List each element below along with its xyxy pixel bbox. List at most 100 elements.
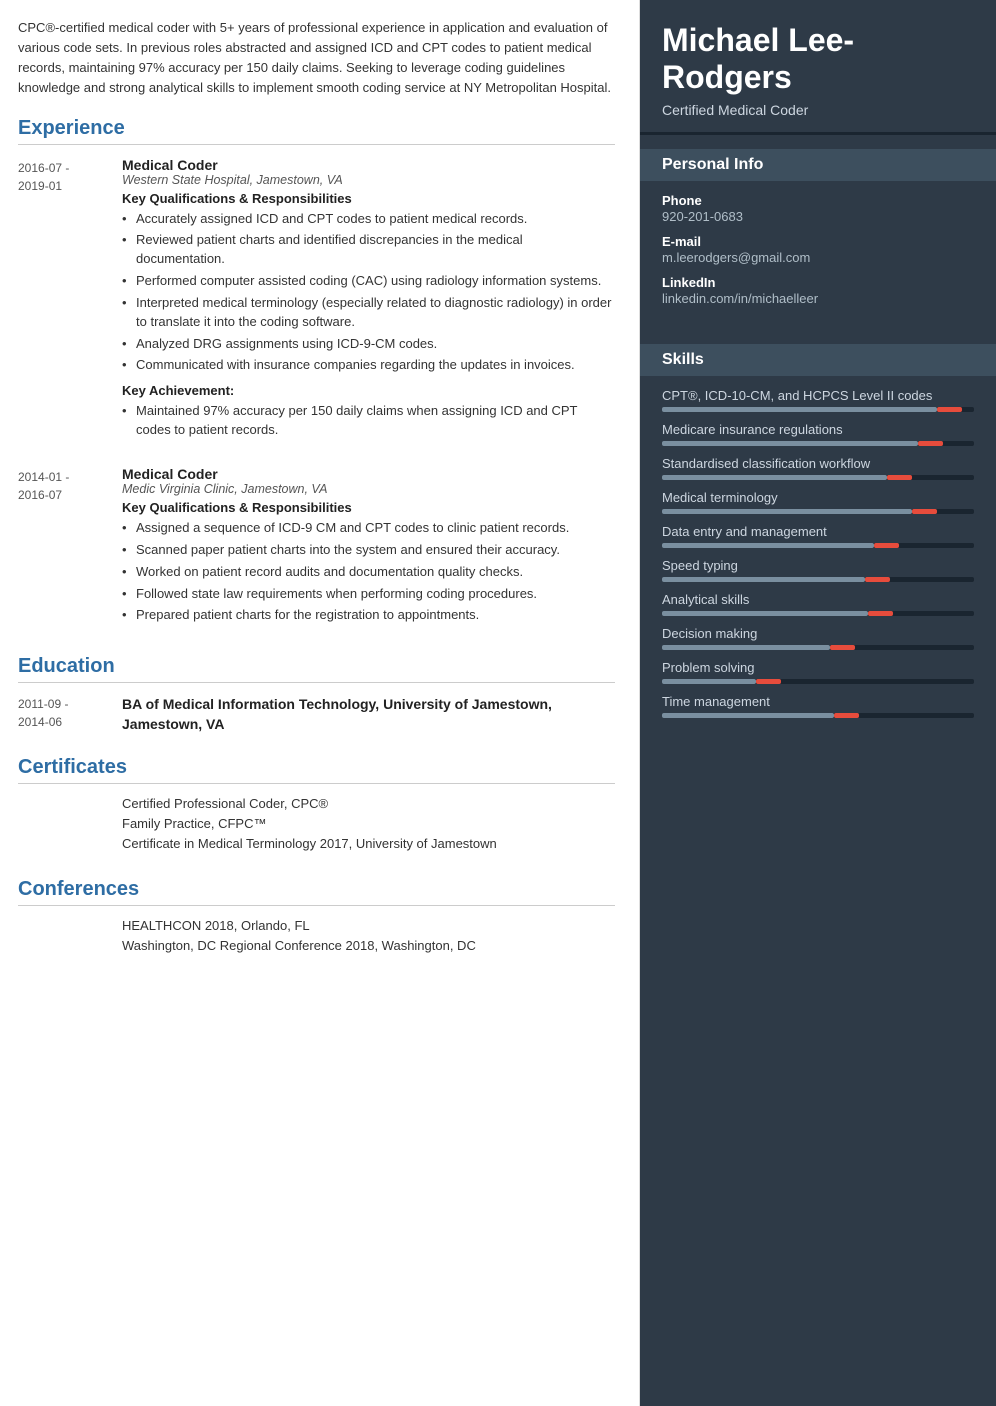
skill-item-4: Data entry and management: [662, 524, 974, 548]
skill-bar-fill: [662, 475, 887, 480]
bullet-item: Analyzed DRG assignments using ICD-9-CM …: [122, 335, 615, 354]
qual-bullets: Assigned a sequence of ICD-9 CM and CPT …: [122, 519, 615, 625]
achievement-bullet: Maintained 97% accuracy per 150 daily cl…: [122, 402, 615, 440]
skill-bar-bg: [662, 441, 974, 446]
right-header: Michael Lee-Rodgers Certified Medical Co…: [640, 0, 996, 135]
conferences-title: Conferences: [18, 878, 615, 906]
edu-block-0: 2011-09 -2014-06 BA of Medical Informati…: [18, 695, 615, 734]
skill-name: Standardised classification workflow: [662, 456, 974, 471]
skill-bar-bg: [662, 611, 974, 616]
skill-name: Problem solving: [662, 660, 974, 675]
skill-name: Analytical skills: [662, 592, 974, 607]
skill-bar-fill: [662, 543, 874, 548]
bullet-item: Performed computer assisted coding (CAC)…: [122, 272, 615, 291]
skills-title: Skills: [640, 344, 996, 376]
skill-bar-bg: [662, 543, 974, 548]
qual-title: Key Qualifications & Responsibilities: [122, 500, 615, 515]
skill-bar-fill: [662, 407, 937, 412]
skill-item-1: Medicare insurance regulations: [662, 422, 974, 446]
skill-name: Speed typing: [662, 558, 974, 573]
cert-spacer: [18, 796, 106, 856]
email-value: m.leerodgers@gmail.com: [662, 250, 974, 265]
phone-value: 920-201-0683: [662, 209, 974, 224]
conf-block: HEALTHCON 2018, Orlando, FL Washington, D…: [18, 918, 615, 958]
skill-bar-bg: [662, 407, 974, 412]
job-block-0: 2016-07 -2019-01 Medical Coder Western S…: [18, 157, 615, 448]
conf-list: HEALTHCON 2018, Orlando, FL Washington, D…: [122, 918, 615, 958]
skill-bar-accent: [868, 611, 893, 616]
job-dates: 2014-01 -2016-07: [18, 466, 106, 504]
job-content: Medical Coder Western State Hospital, Ja…: [122, 157, 615, 448]
job-title: Medical Coder: [122, 157, 615, 173]
skill-name: Medicare insurance regulations: [662, 422, 974, 437]
skill-bar-accent: [756, 679, 781, 684]
linkedin-label: LinkedIn: [662, 275, 974, 290]
bullet-item: Prepared patient charts for the registra…: [122, 606, 615, 625]
page: CPC®-certified medical coder with 5+ yea…: [0, 0, 996, 1406]
candidate-name: Michael Lee-Rodgers: [662, 22, 974, 96]
skill-bar-bg: [662, 713, 974, 718]
bullet-item: Assigned a sequence of ICD-9 CM and CPT …: [122, 519, 615, 538]
bullet-item: Worked on patient record audits and docu…: [122, 563, 615, 582]
bullet-item: Interpreted medical terminology (especia…: [122, 294, 615, 332]
skill-bar-accent: [887, 475, 912, 480]
bullet-item: Scanned paper patient charts into the sy…: [122, 541, 615, 560]
candidate-title: Certified Medical Coder: [662, 102, 974, 118]
job-dates: 2016-07 -2019-01: [18, 157, 106, 195]
bullet-item: Reviewed patient charts and identified d…: [122, 231, 615, 269]
skill-item-0: CPT®, ICD-10-CM, and HCPCS Level II code…: [662, 388, 974, 412]
job-company: Western State Hospital, Jamestown, VA: [122, 173, 615, 187]
skill-name: Medical terminology: [662, 490, 974, 505]
edu-degree: BA of Medical Information Technology, Un…: [122, 695, 615, 734]
education-title: Education: [18, 655, 615, 683]
job-content: Medical Coder Medic Virginia Clinic, Jam…: [122, 466, 615, 633]
experience-title: Experience: [18, 117, 615, 145]
skill-name: Decision making: [662, 626, 974, 641]
job-company: Medic Virginia Clinic, Jamestown, VA: [122, 482, 615, 496]
job-header: 2014-01 -2016-07 Medical Coder Medic Vir…: [18, 466, 615, 633]
edu-dates: 2011-09 -2014-06: [18, 695, 106, 734]
skill-bar-accent: [830, 645, 855, 650]
cert-list: Certified Professional Coder, CPC®Family…: [122, 796, 615, 856]
email-label: E-mail: [662, 234, 974, 249]
skills-section: Skills CPT®, ICD-10-CM, and HCPCS Level …: [640, 330, 996, 742]
skill-bar-accent: [874, 543, 899, 548]
skill-bar-fill: [662, 577, 865, 582]
skill-bar-fill: [662, 679, 756, 684]
skill-bar-fill: [662, 645, 830, 650]
qual-title: Key Qualifications & Responsibilities: [122, 191, 615, 206]
skill-item-8: Problem solving: [662, 660, 974, 684]
conf-item-1: Washington, DC Regional Conference 2018,…: [122, 938, 615, 953]
conf-item-0: HEALTHCON 2018, Orlando, FL: [122, 918, 615, 933]
skill-bar-fill: [662, 441, 918, 446]
skill-bar-accent: [834, 713, 859, 718]
bullet-item: Accurately assigned ICD and CPT codes to…: [122, 210, 615, 229]
skill-bar-accent: [865, 577, 890, 582]
achievement-title: Key Achievement:: [122, 383, 615, 398]
conf-spacer: [18, 918, 106, 958]
skill-item-2: Standardised classification workflow: [662, 456, 974, 480]
linkedin-value: linkedin.com/in/michaelleer: [662, 291, 974, 306]
job-header: 2016-07 -2019-01 Medical Coder Western S…: [18, 157, 615, 448]
skill-item-7: Decision making: [662, 626, 974, 650]
skill-bar-fill: [662, 713, 834, 718]
summary-text: CPC®-certified medical coder with 5+ yea…: [18, 18, 615, 99]
skill-bar-fill: [662, 509, 912, 514]
experience-section: Experience 2016-07 -2019-01 Medical Code…: [18, 117, 615, 634]
education-section: Education 2011-09 -2014-06 BA of Medical…: [18, 655, 615, 734]
skill-bar-bg: [662, 475, 974, 480]
skill-bar-accent: [912, 509, 937, 514]
skill-name: CPT®, ICD-10-CM, and HCPCS Level II code…: [662, 388, 974, 403]
personal-info-section: Personal Info Phone 920-201-0683 E-mail …: [640, 135, 996, 330]
cert-item-0: Certified Professional Coder, CPC®: [122, 796, 615, 811]
skill-item-6: Analytical skills: [662, 592, 974, 616]
skill-bar-bg: [662, 679, 974, 684]
bullet-item: Followed state law requirements when per…: [122, 585, 615, 604]
skill-name: Time management: [662, 694, 974, 709]
bullet-item: Communicated with insurance companies re…: [122, 356, 615, 375]
personal-info-title: Personal Info: [640, 149, 996, 181]
skill-bar-bg: [662, 509, 974, 514]
phone-label: Phone: [662, 193, 974, 208]
skill-item-3: Medical terminology: [662, 490, 974, 514]
skill-name: Data entry and management: [662, 524, 974, 539]
